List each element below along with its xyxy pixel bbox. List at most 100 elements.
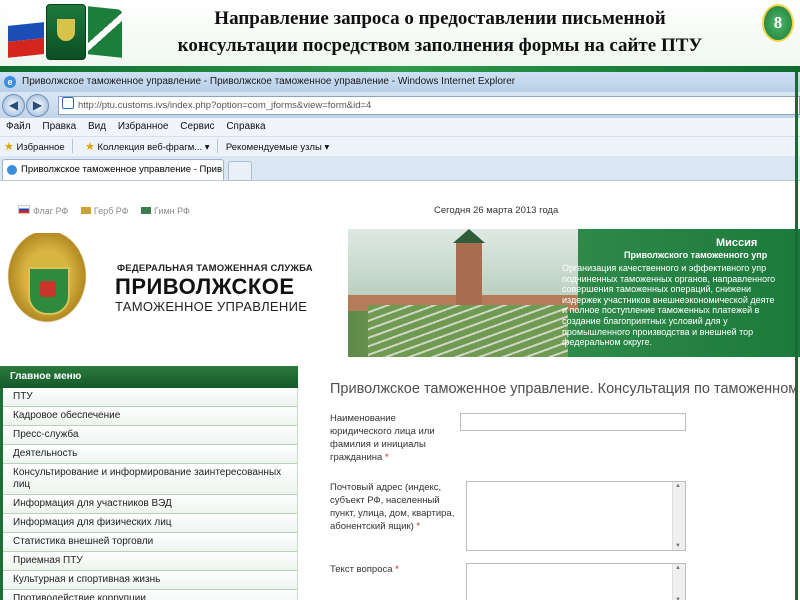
- question-scrollbar[interactable]: [672, 564, 685, 600]
- add-favorite-icon[interactable]: ★: [85, 141, 95, 153]
- russian-flag-icon: [8, 6, 44, 58]
- slide-title-line2: консультации посредством заполнения форм…: [177, 35, 703, 56]
- mission-line: и полное поступление таможенных платежей…: [562, 305, 760, 316]
- tab-ie-icon: [7, 165, 17, 175]
- mission-text: Организация качественного и эффективного…: [562, 263, 800, 348]
- sidebar-item-individuals[interactable]: Информация для физических лиц: [3, 514, 297, 533]
- anthem-link[interactable]: Гимн РФ: [141, 206, 190, 216]
- current-date: Сегодня 26 марта 2013 года: [434, 205, 559, 216]
- slide-title-line1: Направление запроса о предоставлении пис…: [214, 8, 666, 29]
- menu-view[interactable]: Вид: [88, 121, 106, 132]
- field-question-label-text: Текст вопроса: [330, 564, 393, 575]
- favorites-star-icon[interactable]: ★: [4, 141, 14, 153]
- required-mark: *: [384, 452, 389, 463]
- sidebar-item-ptu[interactable]: ПТУ: [3, 388, 297, 407]
- favorites-button[interactable]: Избранное: [17, 142, 65, 153]
- url-text: http://ptu.customs.ivs/index.php?option=…: [78, 100, 372, 111]
- new-tab-button[interactable]: [228, 161, 252, 181]
- menu-favorites[interactable]: Избранное: [118, 121, 169, 132]
- field-question-label: Текст вопроса *: [330, 563, 460, 576]
- sidebar-item-anticorruption[interactable]: Противодействие коррупции: [3, 590, 297, 600]
- address-scrollbar[interactable]: [672, 482, 685, 550]
- sidebar-item-press[interactable]: Пресс-служба: [3, 426, 297, 445]
- back-button[interactable]: ◀: [2, 94, 25, 117]
- tab-title: Приволжское таможенное управление - Прив…: [21, 164, 224, 175]
- customs-logo: [2, 227, 92, 335]
- url-field[interactable]: http://ptu.customs.ivs/index.php?option=…: [58, 96, 800, 115]
- sidebar-item-trade-stats[interactable]: Статистика внешней торговли: [3, 533, 297, 552]
- form-title: Приволжское таможенное управление. Консу…: [330, 381, 799, 397]
- shield-emblem-icon: [28, 267, 70, 315]
- mission-line: подчиненных таможенных органов, направле…: [562, 273, 776, 284]
- coat-link-text: Герб РФ: [93, 206, 129, 216]
- sidebar-item-activity[interactable]: Деятельность: [3, 445, 297, 464]
- sidebar-item-reception[interactable]: Приемная ПТУ: [3, 552, 297, 571]
- mission-banner: Миссия Приволжского таможенного упр Орга…: [348, 229, 800, 357]
- sidebar-item-culture-sport[interactable]: Культурная и спортивная жизнь: [3, 571, 297, 590]
- customs-flag-icon: [88, 6, 122, 58]
- mission-line: промышленного производства и внешней тор: [562, 326, 754, 337]
- internet-explorer-icon: e: [4, 76, 16, 88]
- slide-header: Направление запроса о предоставлении пис…: [0, 0, 800, 72]
- window-titlebar: e Приволжское таможенное управление - Пр…: [0, 72, 800, 92]
- sidebar-item-ved-participants[interactable]: Информация для участников ВЭД: [3, 495, 297, 514]
- org-name-line2: ПРИВОЛЖСКОЕ: [115, 274, 295, 299]
- slide-border-line: [795, 72, 798, 600]
- mission-line: создание благоприятных условий для у: [562, 315, 728, 326]
- top-links: Флаг РФ Герб РФ Гимн РФ: [18, 205, 200, 216]
- required-mark: *: [416, 521, 421, 532]
- menu-tools[interactable]: Сервис: [180, 121, 214, 132]
- main-menu-header: Главное меню: [0, 366, 298, 388]
- address-bar: ◀ ▶ http://ptu.customs.ivs/index.php?opt…: [0, 92, 800, 118]
- mission-line: федеральном округе.: [562, 337, 653, 348]
- mission-line: издержек участников внешнеэкономической …: [562, 294, 775, 305]
- flag-link[interactable]: Флаг РФ: [18, 205, 69, 216]
- anthem-icon: [141, 207, 152, 214]
- mission-line: совершения таможенных операций, снижени: [562, 284, 752, 295]
- anthem-link-text: Гимн РФ: [154, 206, 190, 216]
- coat-link[interactable]: Герб РФ: [80, 206, 129, 216]
- toolbar-separator: [72, 139, 74, 153]
- field-address-label-text: Почтовый адрес (индекс, субъект РФ, насе…: [330, 482, 455, 532]
- sidebar-item-consulting[interactable]: Консультирование и информирование заинте…: [3, 464, 297, 495]
- slide-title: Направление запроса о предоставлении пис…: [120, 5, 760, 59]
- menu-file[interactable]: Файл: [6, 121, 31, 132]
- fav-link-suggested[interactable]: Рекомендуемые узлы: [226, 142, 322, 153]
- mission-line: Организация качественного и эффективного…: [562, 263, 767, 273]
- web-page: Флаг РФ Герб РФ Гимн РФ Сегодня 26 марта…: [0, 181, 800, 600]
- field-name-label-text: Наименование юридического лица или фамил…: [330, 413, 435, 463]
- slide-number-badge: 8: [762, 4, 794, 42]
- mission-subtitle: Приволжского таможенного упр: [624, 250, 768, 260]
- page-icon: [62, 97, 74, 109]
- address-textarea[interactable]: [466, 481, 686, 551]
- customs-emblem-icon: [46, 4, 86, 60]
- menu-help[interactable]: Справка: [226, 121, 265, 132]
- flag-link-text: Флаг РФ: [33, 206, 69, 216]
- main-menu: Главное меню ПТУ Кадровое обеспечение Пр…: [0, 366, 298, 600]
- banner-staircase: [368, 305, 568, 357]
- sidebar-item-hr[interactable]: Кадровое обеспечение: [3, 407, 297, 426]
- tab-active[interactable]: Приволжское таможенное управление - Прив…: [2, 159, 224, 180]
- menu-bar: Файл Правка Вид Избранное Сервис Справка: [0, 118, 800, 136]
- org-name-line1: ФЕДЕРАЛЬНАЯ ТАМОЖЕННАЯ СЛУЖБА: [117, 263, 313, 274]
- required-mark: *: [395, 564, 399, 575]
- dropdown-arrow-icon[interactable]: ▾: [324, 142, 329, 153]
- dropdown-arrow-icon[interactable]: ▾: [205, 142, 210, 153]
- ru-flag-icon: [18, 205, 30, 214]
- name-input[interactable]: [460, 413, 686, 431]
- field-name-label: Наименование юридического лица или фамил…: [330, 412, 460, 464]
- coat-of-arms-icon: [80, 207, 91, 214]
- mission-title: Миссия: [716, 237, 758, 249]
- toolbar-separator: [217, 139, 219, 153]
- org-name-line3: ТАМОЖЕННОЕ УПРАВЛЕНИЕ: [115, 299, 308, 314]
- tab-bar: Приволжское таможенное управление - Прив…: [0, 156, 800, 181]
- banner-tower: [453, 229, 485, 305]
- favorites-bar: ★ Избранное ★ Коллекция веб-фрагм... ▾ Р…: [0, 136, 800, 157]
- window-title: Приволжское таможенное управление - Прив…: [22, 76, 516, 87]
- question-textarea[interactable]: [466, 563, 686, 600]
- menu-edit[interactable]: Правка: [42, 121, 76, 132]
- fav-link-webslices[interactable]: Коллекция веб-фрагм...: [97, 142, 202, 153]
- field-address-label: Почтовый адрес (индекс, субъект РФ, насе…: [330, 481, 460, 533]
- forward-button[interactable]: ▶: [26, 94, 49, 117]
- browser-window: e Приволжское таможенное управление - Пр…: [0, 72, 800, 600]
